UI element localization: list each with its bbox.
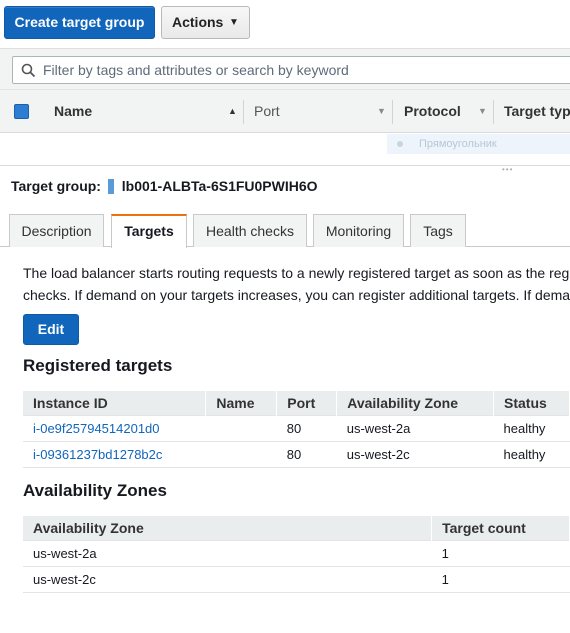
select-all-checkbox[interactable] (14, 104, 29, 119)
column-header-target-count[interactable]: Target count (431, 516, 570, 540)
registered-targets-table: Instance ID Name Port Availability Zone … (23, 391, 570, 468)
actions-dropdown-button[interactable]: Actions ▼ (161, 6, 250, 39)
targets-description: The load balancer starts routing request… (23, 262, 570, 306)
pane-divider[interactable] (0, 165, 570, 166)
actions-label: Actions (172, 14, 224, 30)
target-group-color-marker (107, 179, 114, 194)
zone-cell: us-west-2c (23, 565, 432, 593)
tab-monitoring[interactable]: Monitoring (313, 214, 404, 247)
table-header-row: Instance ID Name Port Availability Zone … (23, 391, 570, 415)
column-header-port[interactable]: Port (254, 90, 280, 133)
instance-id-link[interactable]: i-0e9f25794514201d0 (33, 421, 160, 436)
column-header-status[interactable]: Status (493, 391, 570, 415)
edit-button[interactable]: Edit (23, 314, 79, 345)
column-header-name[interactable]: Name (205, 391, 278, 415)
target-count-cell: 1 (431, 539, 570, 566)
target-port-cell: 80 (276, 440, 337, 468)
sort-icon[interactable]: ▼ (478, 106, 487, 116)
column-header-instance-id[interactable]: Instance ID (23, 391, 207, 415)
column-header-availability-zone[interactable]: Availability Zone (23, 516, 433, 540)
target-name-cell (205, 414, 277, 441)
instance-id-link[interactable]: i-09361237bd1278b2c (33, 447, 162, 462)
table-row: i-0e9f25794514201d0 80 us-west-2a health… (23, 414, 570, 441)
target-group-list-header: Name ▲ Port ▼ Protocol ▼ Target type (0, 89, 570, 133)
table-row: i-09361237bd1278b2c 80 us-west-2c health… (23, 440, 570, 468)
chevron-down-icon: ▼ (229, 17, 239, 28)
availability-zones-table: Availability Zone Target count us-west-2… (23, 516, 570, 593)
target-status-cell: healthy (493, 414, 570, 441)
drag-overlay-ghost: Прямоугольник (387, 134, 570, 154)
search-icon (21, 63, 36, 78)
column-header-name[interactable]: Name (54, 90, 92, 133)
target-group-label: Target group: (11, 178, 101, 194)
tab-tags[interactable]: Tags (410, 214, 466, 247)
target-status-cell: healthy (493, 440, 570, 468)
column-header-port[interactable]: Port (276, 391, 338, 415)
resize-handle-icon[interactable]: ••• (502, 166, 513, 174)
registered-targets-title: Registered targets (23, 356, 173, 375)
column-header-protocol[interactable]: Protocol (404, 90, 461, 133)
target-zone-cell: us-west-2c (336, 440, 494, 468)
search-placeholder: Filter by tags and attributes or search … (43, 62, 349, 78)
target-group-title: Target group: lb001-ALBTa-6S1FU0PWIH6O (11, 177, 318, 195)
description-line: The load balancer starts routing request… (23, 265, 570, 281)
create-target-group-button[interactable]: Create target group (4, 6, 155, 39)
target-count-cell: 1 (431, 565, 570, 593)
column-header-target-type[interactable]: Target type (504, 90, 570, 133)
sort-icon[interactable]: ▼ (377, 106, 386, 116)
search-input[interactable]: Filter by tags and attributes or search … (12, 56, 570, 84)
table-row: us-west-2c 1 (23, 565, 570, 593)
target-name-cell (205, 440, 277, 468)
table-row: us-west-2a 1 (23, 539, 570, 566)
tab-health-checks[interactable]: Health checks (193, 214, 307, 247)
target-port-cell: 80 (276, 414, 337, 441)
ghost-label: Прямоугольник (419, 138, 497, 150)
column-header-availability-zone[interactable]: Availability Zone (336, 391, 495, 415)
availability-zones-title: Availability Zones (23, 481, 167, 500)
filter-bar: Filter by tags and attributes or search … (0, 48, 570, 89)
tab-description[interactable]: Description (9, 214, 104, 247)
target-group-name: lb001-ALBTa-6S1FU0PWIH6O (121, 178, 318, 194)
tab-targets[interactable]: Targets (111, 214, 187, 248)
sort-ascending-icon[interactable]: ▲ (228, 106, 237, 116)
zone-cell: us-west-2a (23, 539, 432, 566)
table-header-row: Availability Zone Target count (23, 516, 570, 540)
description-line: checks. If demand on your targets increa… (23, 287, 570, 303)
target-zone-cell: us-west-2a (336, 414, 494, 441)
